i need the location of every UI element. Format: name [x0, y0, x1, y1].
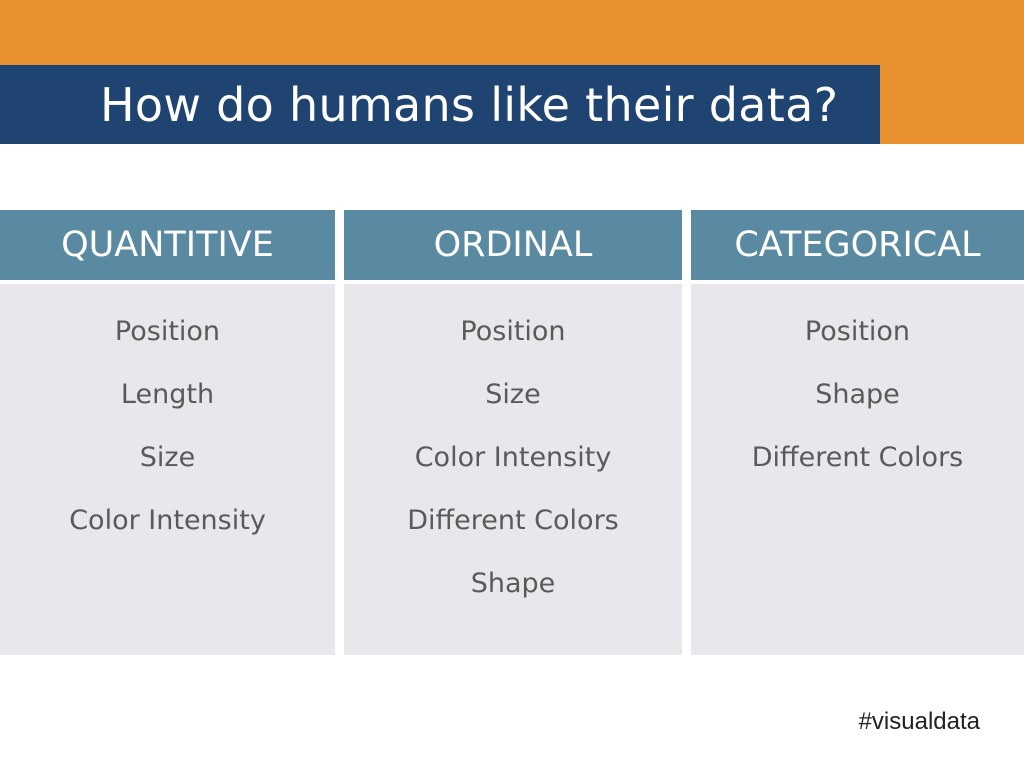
column-item: Size [139, 442, 196, 473]
columns-container: QUANTITIVE Position Length Size Color In… [0, 210, 1024, 655]
column-item: Position [460, 316, 566, 347]
column-item: Different Colors [407, 505, 619, 536]
column-item: Color Intensity [414, 442, 612, 473]
column-item: Size [485, 379, 541, 410]
column-item-list: Position Size Color Intensity Different … [344, 284, 682, 615]
column-header: CATEGORICAL [691, 210, 1024, 284]
column-item: Length [120, 379, 215, 410]
title-bar: How do humans like their data? [0, 65, 880, 144]
slide-title: How do humans like their data? [100, 77, 839, 132]
column-quantitive: QUANTITIVE Position Length Size Color In… [0, 210, 335, 655]
column-item-list: Position Length Size Color Intensity [0, 284, 335, 552]
column-item-list: Position Shape Different Colors [691, 284, 1024, 489]
column-header: ORDINAL [344, 210, 682, 284]
column-header: QUANTITIVE [0, 210, 335, 284]
column-item: Position [804, 316, 911, 347]
column-item: Different Colors [751, 442, 964, 473]
column-item: Shape [470, 568, 556, 599]
column-item: Color Intensity [69, 505, 266, 536]
slide: How do humans like their data? QUANTITIV… [0, 0, 1024, 768]
column-item: Position [114, 316, 221, 347]
column-ordinal: ORDINAL Position Size Color Intensity Di… [344, 210, 682, 655]
hashtag-label: #visualdata [858, 708, 980, 735]
column-categorical: CATEGORICAL Position Shape Different Col… [691, 210, 1024, 655]
column-item: Shape [815, 379, 900, 410]
